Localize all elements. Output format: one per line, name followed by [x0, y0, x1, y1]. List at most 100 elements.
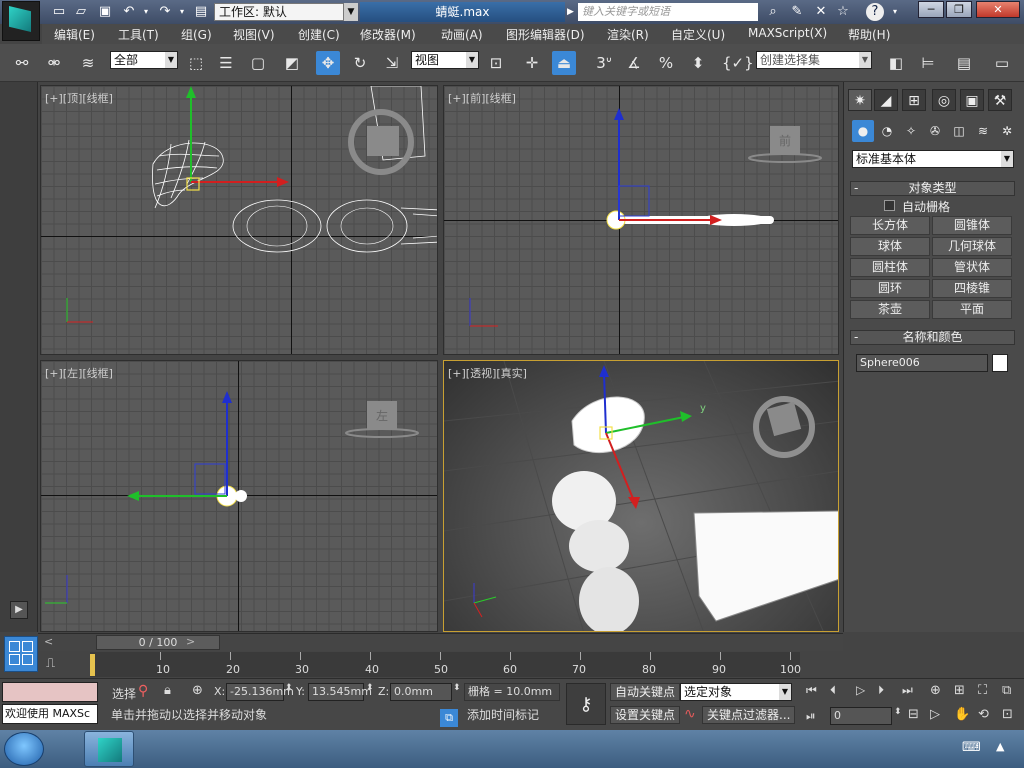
keyboard-icon[interactable]: ⌨ [962, 740, 981, 755]
select-and-move-icon[interactable]: ✥ [316, 51, 340, 75]
object-name-field[interactable]: Sphere006 [856, 354, 988, 372]
set-key-button[interactable]: 设置关键点 [610, 706, 681, 724]
time-configuration-icon[interactable]: ⊟ [908, 707, 919, 722]
zoom-all-icon[interactable]: ⊞ [954, 683, 965, 698]
undo-dropdown-icon[interactable]: ▾ [137, 3, 155, 21]
modify-tab-icon[interactable]: ◢ [874, 89, 898, 111]
set-key-icon[interactable]: ⚷ [566, 683, 606, 725]
app-menu-button[interactable] [2, 1, 40, 41]
geometry-type-dropdown[interactable]: 标准基本体 ▼ [852, 150, 1014, 168]
cylinder-button[interactable]: 圆柱体 [850, 258, 930, 277]
viewcube-ring[interactable] [748, 153, 822, 163]
autogrid-checkbox[interactable] [884, 200, 895, 211]
help-icon[interactable]: ? [866, 3, 884, 21]
window-crossing-icon[interactable]: ◩ [280, 51, 304, 75]
menu-group[interactable]: 组(G) [181, 26, 212, 43]
maxscript-listener-toggle-icon[interactable]: ▶ [10, 601, 28, 619]
sphere-button[interactable]: 球体 [850, 237, 930, 256]
layer-manager-icon[interactable]: ▤ [952, 51, 976, 75]
communication-icon[interactable]: ✎ [788, 3, 806, 21]
menu-help[interactable]: 帮助(H) [848, 26, 890, 43]
play-icon[interactable]: ▷ [856, 683, 865, 697]
auto-key-button[interactable]: 自动关键点 [610, 683, 681, 701]
cameras-category-icon[interactable]: ✇ [924, 120, 946, 142]
maximize-viewport-icon[interactable]: ⊡ [1002, 707, 1013, 722]
mirror-icon[interactable]: ◧ [884, 51, 908, 75]
close-button[interactable]: ✕ [976, 1, 1020, 18]
minimize-button[interactable]: ─ [918, 1, 944, 18]
isolate-selection-icon[interactable]: ⚲ [138, 683, 148, 699]
lights-category-icon[interactable]: ✧ [900, 120, 922, 142]
display-tab-icon[interactable]: ▣ [960, 89, 984, 111]
maxscript-mini-listener-pink[interactable] [2, 682, 98, 702]
menu-animation[interactable]: 动画(A) [441, 26, 483, 43]
search-expand-icon[interactable]: ▶ [567, 3, 577, 21]
menu-tools[interactable]: 工具(T) [118, 26, 159, 43]
redo-dropdown-icon[interactable]: ▾ [173, 3, 191, 21]
go-to-start-icon[interactable]: ⏮ [806, 683, 817, 698]
new-file-icon[interactable]: ▭ [50, 3, 68, 21]
tube-button[interactable]: 管状体 [932, 258, 1012, 277]
current-frame-field[interactable]: 0 [830, 707, 892, 725]
previous-frame-icon[interactable]: ⏴ [830, 683, 836, 698]
selection-lock-icon[interactable]: 🔒︎ [164, 683, 171, 698]
key-mode-dropdown[interactable]: 选定对象 ▼ [680, 683, 792, 701]
select-and-scale-icon[interactable]: ⇲ [380, 51, 404, 75]
angle-snap-icon[interactable]: ∡ [622, 51, 646, 75]
viewcube[interactable] [367, 126, 399, 156]
menu-graph-editors[interactable]: 图形编辑器(D) [506, 26, 585, 43]
y-spinner-icon[interactable]: ⬍ [366, 683, 374, 693]
time-tag-icon[interactable]: ⧉ [440, 709, 458, 727]
percent-snap-icon[interactable]: % [654, 51, 678, 75]
open-file-icon[interactable]: ▱ [72, 3, 90, 21]
absolute-mode-transform-icon[interactable]: ⊕ [192, 683, 203, 698]
selection-filter-dropdown[interactable]: 全部 ▼ [110, 51, 178, 69]
pan-view-icon[interactable]: ✋ [954, 707, 970, 722]
project-folder-icon[interactable]: ▤ [192, 3, 210, 21]
current-frame-marker[interactable] [90, 654, 95, 676]
pyramid-button[interactable]: 四棱锥 [932, 279, 1012, 298]
cone-button[interactable]: 圆锥体 [932, 216, 1012, 235]
favorites-star-icon[interactable]: ☆ [834, 3, 852, 21]
space-warps-category-icon[interactable]: ≋ [972, 120, 994, 142]
viewcube[interactable] [766, 401, 802, 437]
taskbar-3dsmax-button[interactable] [84, 731, 134, 767]
x-coordinate-field[interactable]: -25.136mm [226, 683, 294, 701]
zoom-extents-all-icon[interactable]: ⧉ [1002, 683, 1011, 698]
workspace-dropdown[interactable]: 工作区: 默认 [214, 3, 344, 21]
menu-customize[interactable]: 自定义(U) [671, 26, 725, 43]
rectangular-selection-icon[interactable]: ▢ [246, 51, 270, 75]
align-icon[interactable]: ⊨ [916, 51, 940, 75]
teapot-button[interactable]: 茶壶 [850, 300, 930, 319]
viewport-top[interactable]: [+][顶][线框] [40, 85, 438, 355]
plane-button[interactable]: 平面 [932, 300, 1012, 319]
x-spinner-icon[interactable]: ⬍ [285, 683, 293, 693]
snaps-toggle-icon[interactable]: 3ᐡ [592, 51, 616, 75]
start-button[interactable] [4, 732, 44, 766]
go-to-end-icon[interactable]: ⏭ [902, 683, 913, 698]
field-of-view-icon[interactable]: ▷ [930, 707, 940, 722]
geometry-category-icon[interactable]: ● [852, 120, 874, 142]
menu-views[interactable]: 视图(V) [233, 26, 275, 43]
chevron-down-icon[interactable]: ▼ [344, 3, 358, 21]
edit-named-selection-icon[interactable]: {✓} [722, 51, 754, 75]
time-slider[interactable]: < 0 / 100 > [38, 633, 843, 651]
utilities-tab-icon[interactable]: ⚒ [988, 89, 1012, 111]
graphite-ribbon-icon[interactable]: ▭ [990, 51, 1014, 75]
zoom-extents-icon[interactable]: ⛶ [978, 683, 987, 698]
z-coordinate-field[interactable]: 0.0mm [390, 683, 452, 701]
select-object-icon[interactable]: ⬚ [184, 51, 208, 75]
shapes-category-icon[interactable]: ◔ [876, 120, 898, 142]
object-type-rollout-header[interactable]: - 对象类型 [850, 181, 1015, 196]
redo-icon[interactable]: ↷ [156, 3, 174, 21]
viewport-front[interactable]: [+][前][线框] 前 [443, 85, 839, 355]
select-by-name-icon[interactable]: ☰ [214, 51, 238, 75]
bind-space-warp-icon[interactable]: ≋ [76, 51, 100, 75]
time-prev-icon[interactable]: < [44, 635, 53, 648]
z-spinner-icon[interactable]: ⬍ [453, 683, 461, 693]
time-next-icon[interactable]: > [186, 635, 195, 648]
frame-spinner-icon[interactable]: ⬍ [894, 707, 902, 717]
binoculars-icon[interactable]: ⌕ [764, 3, 782, 21]
y-coordinate-field[interactable]: 13.545mm [308, 683, 372, 701]
add-time-tag[interactable]: 添加时间标记 [464, 707, 560, 725]
